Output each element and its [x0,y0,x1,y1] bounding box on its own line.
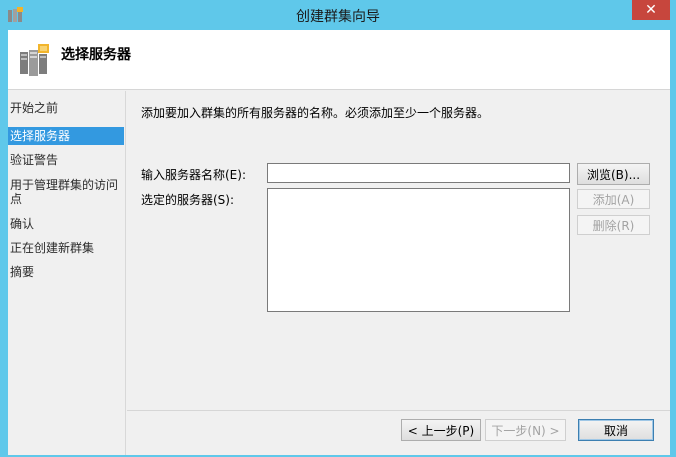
nav-step-select-servers[interactable]: 选择服务器 [8,127,124,145]
nav-step-creating-cluster[interactable]: 正在创建新群集 [8,241,124,255]
close-icon: ✕ [645,2,657,18]
selected-servers-label: 选定的服务器(S): [141,193,235,207]
footer-divider [127,410,670,411]
close-button[interactable]: ✕ [632,0,670,20]
client-area: 选择服务器 开始之前 选择服务器 验证警告 用于管理群集的访问 点 确认 正在创… [8,30,670,455]
nav-step-before-you-begin[interactable]: 开始之前 [8,101,124,115]
wizard-window: 创建群集向导 ✕ 选择服务器 开始之前 选择服务器 验证警告 用于管理群集的访问… [0,0,676,457]
next-button[interactable]: 下一步(N) > [485,419,566,441]
wizard-header: 选择服务器 [8,30,670,90]
server-name-input[interactable] [267,163,570,183]
nav-step-access-point-cont: 点 [10,192,23,206]
nav-step-access-point[interactable]: 用于管理群集的访问 [8,178,124,192]
main-panel: 添加要加入群集的所有服务器的名称。必须添加至少一个服务器。 输入服务器名称(E)… [127,91,670,455]
server-name-label: 输入服务器名称(E): [141,168,246,182]
instruction-text: 添加要加入群集的所有服务器的名称。必须添加至少一个服务器。 [141,106,490,120]
server-cluster-icon [20,44,49,76]
wizard-steps-nav: 开始之前 选择服务器 验证警告 用于管理群集的访问 点 确认 正在创建新群集 摘… [8,91,126,455]
window-title: 创建群集向导 [296,9,380,25]
title-bar[interactable]: 创建群集向导 ✕ [0,0,676,30]
cancel-button[interactable]: 取消 [578,419,654,441]
page-title: 选择服务器 [61,47,131,63]
nav-step-summary[interactable]: 摘要 [8,265,124,279]
nav-step-confirmation[interactable]: 确认 [8,217,124,231]
browse-button[interactable]: 浏览(B)... [577,163,650,185]
remove-button[interactable]: 删除(R) [577,215,650,235]
previous-button[interactable]: < 上一步(P) [401,419,481,441]
selected-servers-list[interactable] [267,188,570,312]
add-button[interactable]: 添加(A) [577,189,650,209]
nav-step-validation-warning[interactable]: 验证警告 [8,153,124,167]
